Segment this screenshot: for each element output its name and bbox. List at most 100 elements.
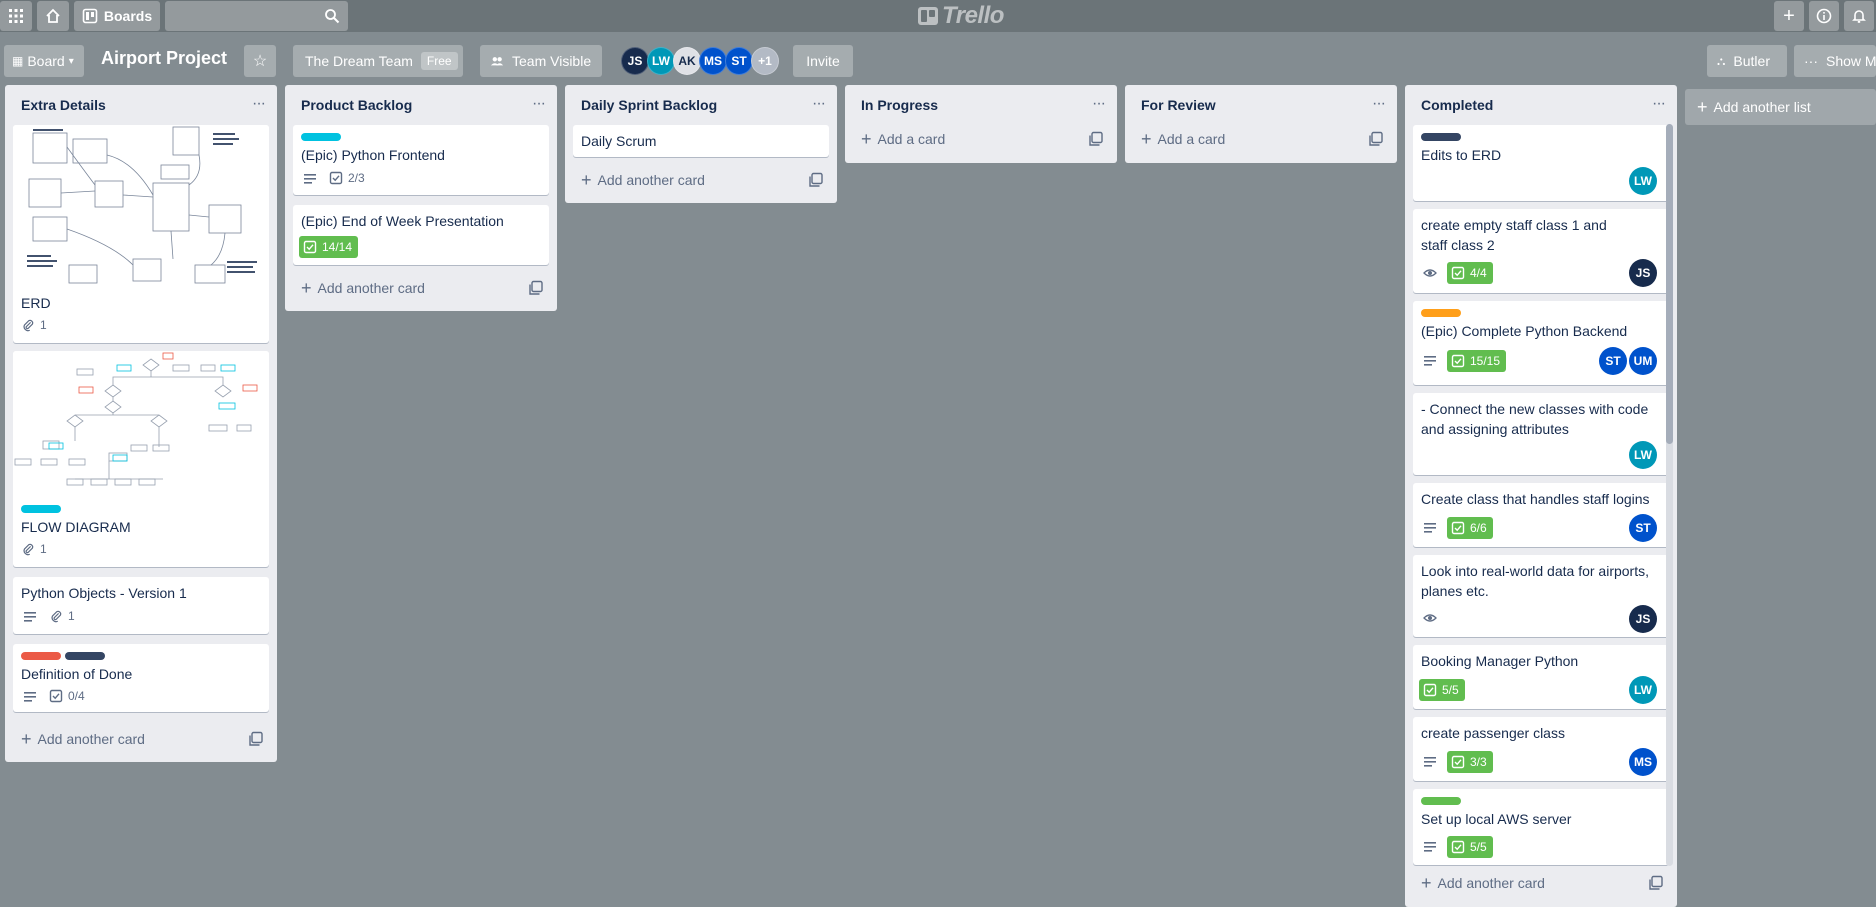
list-title[interactable]: Completed xyxy=(1421,97,1493,113)
card-template-icon[interactable] xyxy=(1648,875,1664,891)
home-button[interactable] xyxy=(37,1,69,31)
card-daily-scrum[interactable]: Daily Scrum xyxy=(573,125,829,157)
card-flow-diagram[interactable]: FLOW DIAGRAM 1 xyxy=(13,351,269,567)
card-template-icon[interactable] xyxy=(1368,131,1384,147)
scrollbar-thumb[interactable] xyxy=(1666,124,1673,444)
member-avatar[interactable]: ST xyxy=(725,47,753,75)
notifications-button[interactable] xyxy=(1844,1,1874,31)
board-view-switcher[interactable]: ▦ Board ▾ xyxy=(4,45,84,77)
more-members-avatar[interactable]: +1 xyxy=(751,47,779,75)
chevron-down-icon: ▾ xyxy=(68,55,74,67)
list-menu-button[interactable]: ··· xyxy=(1372,95,1386,113)
card-template-icon[interactable] xyxy=(248,731,264,747)
star-button[interactable]: ☆ xyxy=(244,45,276,77)
list-title[interactable]: In Progress xyxy=(861,97,938,113)
add-card-button[interactable]: + Add another card xyxy=(293,274,505,302)
card-python-objects[interactable]: Python Objects - Version 1 1 xyxy=(13,577,269,634)
trello-logo[interactable]: Trello xyxy=(918,2,1004,29)
card-label xyxy=(21,652,61,660)
card-template-icon[interactable] xyxy=(808,172,824,188)
card-edits-to-erd[interactable]: Edits to ERD LW xyxy=(1413,125,1669,201)
checklist-complete-badge: 3/3 xyxy=(1447,751,1493,773)
card-epic-python-frontend[interactable]: (Epic) Python Frontend 2/3 xyxy=(293,125,549,195)
card-erd[interactable]: ERD 1 xyxy=(13,125,269,343)
member-avatar[interactable]: LW xyxy=(1629,167,1657,195)
list-menu-button[interactable]: ··· xyxy=(252,95,266,113)
card-create-empty-staff-class[interactable]: create empty staff class 1 and staff cla… xyxy=(1413,209,1669,293)
checklist-count: 0/4 xyxy=(68,689,85,703)
member-avatar[interactable]: JS xyxy=(1629,605,1657,633)
apps-button[interactable] xyxy=(0,1,32,31)
description-icon xyxy=(1424,842,1436,852)
add-card-button[interactable]: + Add a card xyxy=(853,125,1065,153)
team-name: The Dream Team xyxy=(305,53,413,69)
member-avatar[interactable]: ST xyxy=(1599,347,1627,375)
list-title[interactable]: Product Backlog xyxy=(301,97,412,113)
info-button[interactable] xyxy=(1809,1,1839,31)
plus-icon: + xyxy=(1421,873,1432,893)
list-title[interactable]: For Review xyxy=(1141,97,1216,113)
add-card-label: Add another card xyxy=(37,731,145,747)
team-plan-badge: Free xyxy=(420,52,458,70)
completed-list-scrollbar[interactable] xyxy=(1666,124,1673,866)
card-title: create empty staff class 1 and staff cla… xyxy=(1421,217,1607,253)
list-menu-button[interactable]: ··· xyxy=(1652,95,1666,113)
card-template-icon[interactable] xyxy=(528,280,544,296)
checklist-icon xyxy=(1423,683,1437,697)
list-menu-button[interactable]: ··· xyxy=(532,95,546,113)
member-avatar[interactable]: MS xyxy=(699,47,727,75)
star-icon: ☆ xyxy=(252,53,268,70)
member-avatar[interactable]: AK xyxy=(673,47,701,75)
board-title[interactable]: Airport Project xyxy=(101,48,227,69)
add-card-button[interactable]: + Add another card xyxy=(13,725,225,753)
member-avatar[interactable]: ST xyxy=(1629,514,1657,542)
card-definition-of-done[interactable]: Definition of Done 0/4 xyxy=(13,644,269,712)
member-avatar[interactable]: JS xyxy=(621,47,649,75)
card-title: - Connect the new classes with code and … xyxy=(1421,401,1649,437)
attachment-badge: 1 xyxy=(21,318,47,332)
add-card-button[interactable]: + Add another card xyxy=(1413,869,1625,897)
card-real-world-data[interactable]: Look into real-world data for airports, … xyxy=(1413,555,1669,637)
card-local-aws-server[interactable]: Set up local AWS server 5/5 xyxy=(1413,789,1669,865)
card-template-icon[interactable] xyxy=(1088,131,1104,147)
description-icon xyxy=(304,174,316,184)
team-button[interactable]: The Dream Team Free xyxy=(293,45,463,77)
list-menu-button[interactable]: ··· xyxy=(812,95,826,113)
visibility-button[interactable]: Team Visible xyxy=(480,45,602,77)
butler-button[interactable]: ⛬ Butler xyxy=(1707,45,1787,77)
card-label xyxy=(301,133,341,141)
add-card-button[interactable]: + Add another card xyxy=(573,166,785,194)
description-icon xyxy=(1424,356,1436,366)
add-list-button[interactable]: + Add another list xyxy=(1685,89,1876,125)
invite-button[interactable]: Invite xyxy=(793,45,853,77)
bell-icon xyxy=(1852,10,1866,23)
checklist-count: 15/15 xyxy=(1470,354,1501,368)
boards-button[interactable]: Boards xyxy=(74,1,160,31)
checklist-complete-badge: 4/4 xyxy=(1447,262,1493,284)
watch-icon xyxy=(1423,614,1437,622)
add-card-button[interactable]: + Add a card xyxy=(1133,125,1345,153)
completed-cards-scroll[interactable]: Edits to ERD LW create empty staff class… xyxy=(1405,125,1677,867)
trello-logo-icon xyxy=(918,7,938,25)
card-title: Daily Scrum xyxy=(581,133,657,149)
card-staff-logins-class[interactable]: Create class that handles staff logins 6… xyxy=(1413,483,1669,547)
card-create-passenger-class[interactable]: create passenger class 3/3 MS xyxy=(1413,717,1669,781)
card-label xyxy=(1421,797,1461,805)
member-avatar[interactable]: JS xyxy=(1629,259,1657,287)
card-epic-end-of-week-presentation[interactable]: (Epic) End of Week Presentation 14/14 xyxy=(293,205,549,265)
list-title[interactable]: Extra Details xyxy=(21,97,106,113)
list-completed: Completed ··· Edits to ERD LW create emp… xyxy=(1405,85,1677,907)
search-input[interactable] xyxy=(165,1,348,31)
card-epic-complete-python-backend[interactable]: (Epic) Complete Python Backend 15/15 ST … xyxy=(1413,301,1669,385)
show-menu-button[interactable]: ··· Show Me xyxy=(1794,45,1876,77)
member-avatar[interactable]: LW xyxy=(1629,676,1657,704)
member-avatar[interactable]: UM xyxy=(1629,347,1657,375)
member-avatar[interactable]: LW xyxy=(647,47,675,75)
member-avatar[interactable]: LW xyxy=(1629,441,1657,469)
list-title[interactable]: Daily Sprint Backlog xyxy=(581,97,717,113)
list-menu-button[interactable]: ··· xyxy=(1092,95,1106,113)
create-button[interactable]: + xyxy=(1774,1,1804,31)
card-booking-manager-python[interactable]: Booking Manager Python 5/5 LW xyxy=(1413,645,1669,709)
member-avatar[interactable]: MS xyxy=(1629,748,1657,776)
card-connect-new-classes[interactable]: - Connect the new classes with code and … xyxy=(1413,393,1669,475)
